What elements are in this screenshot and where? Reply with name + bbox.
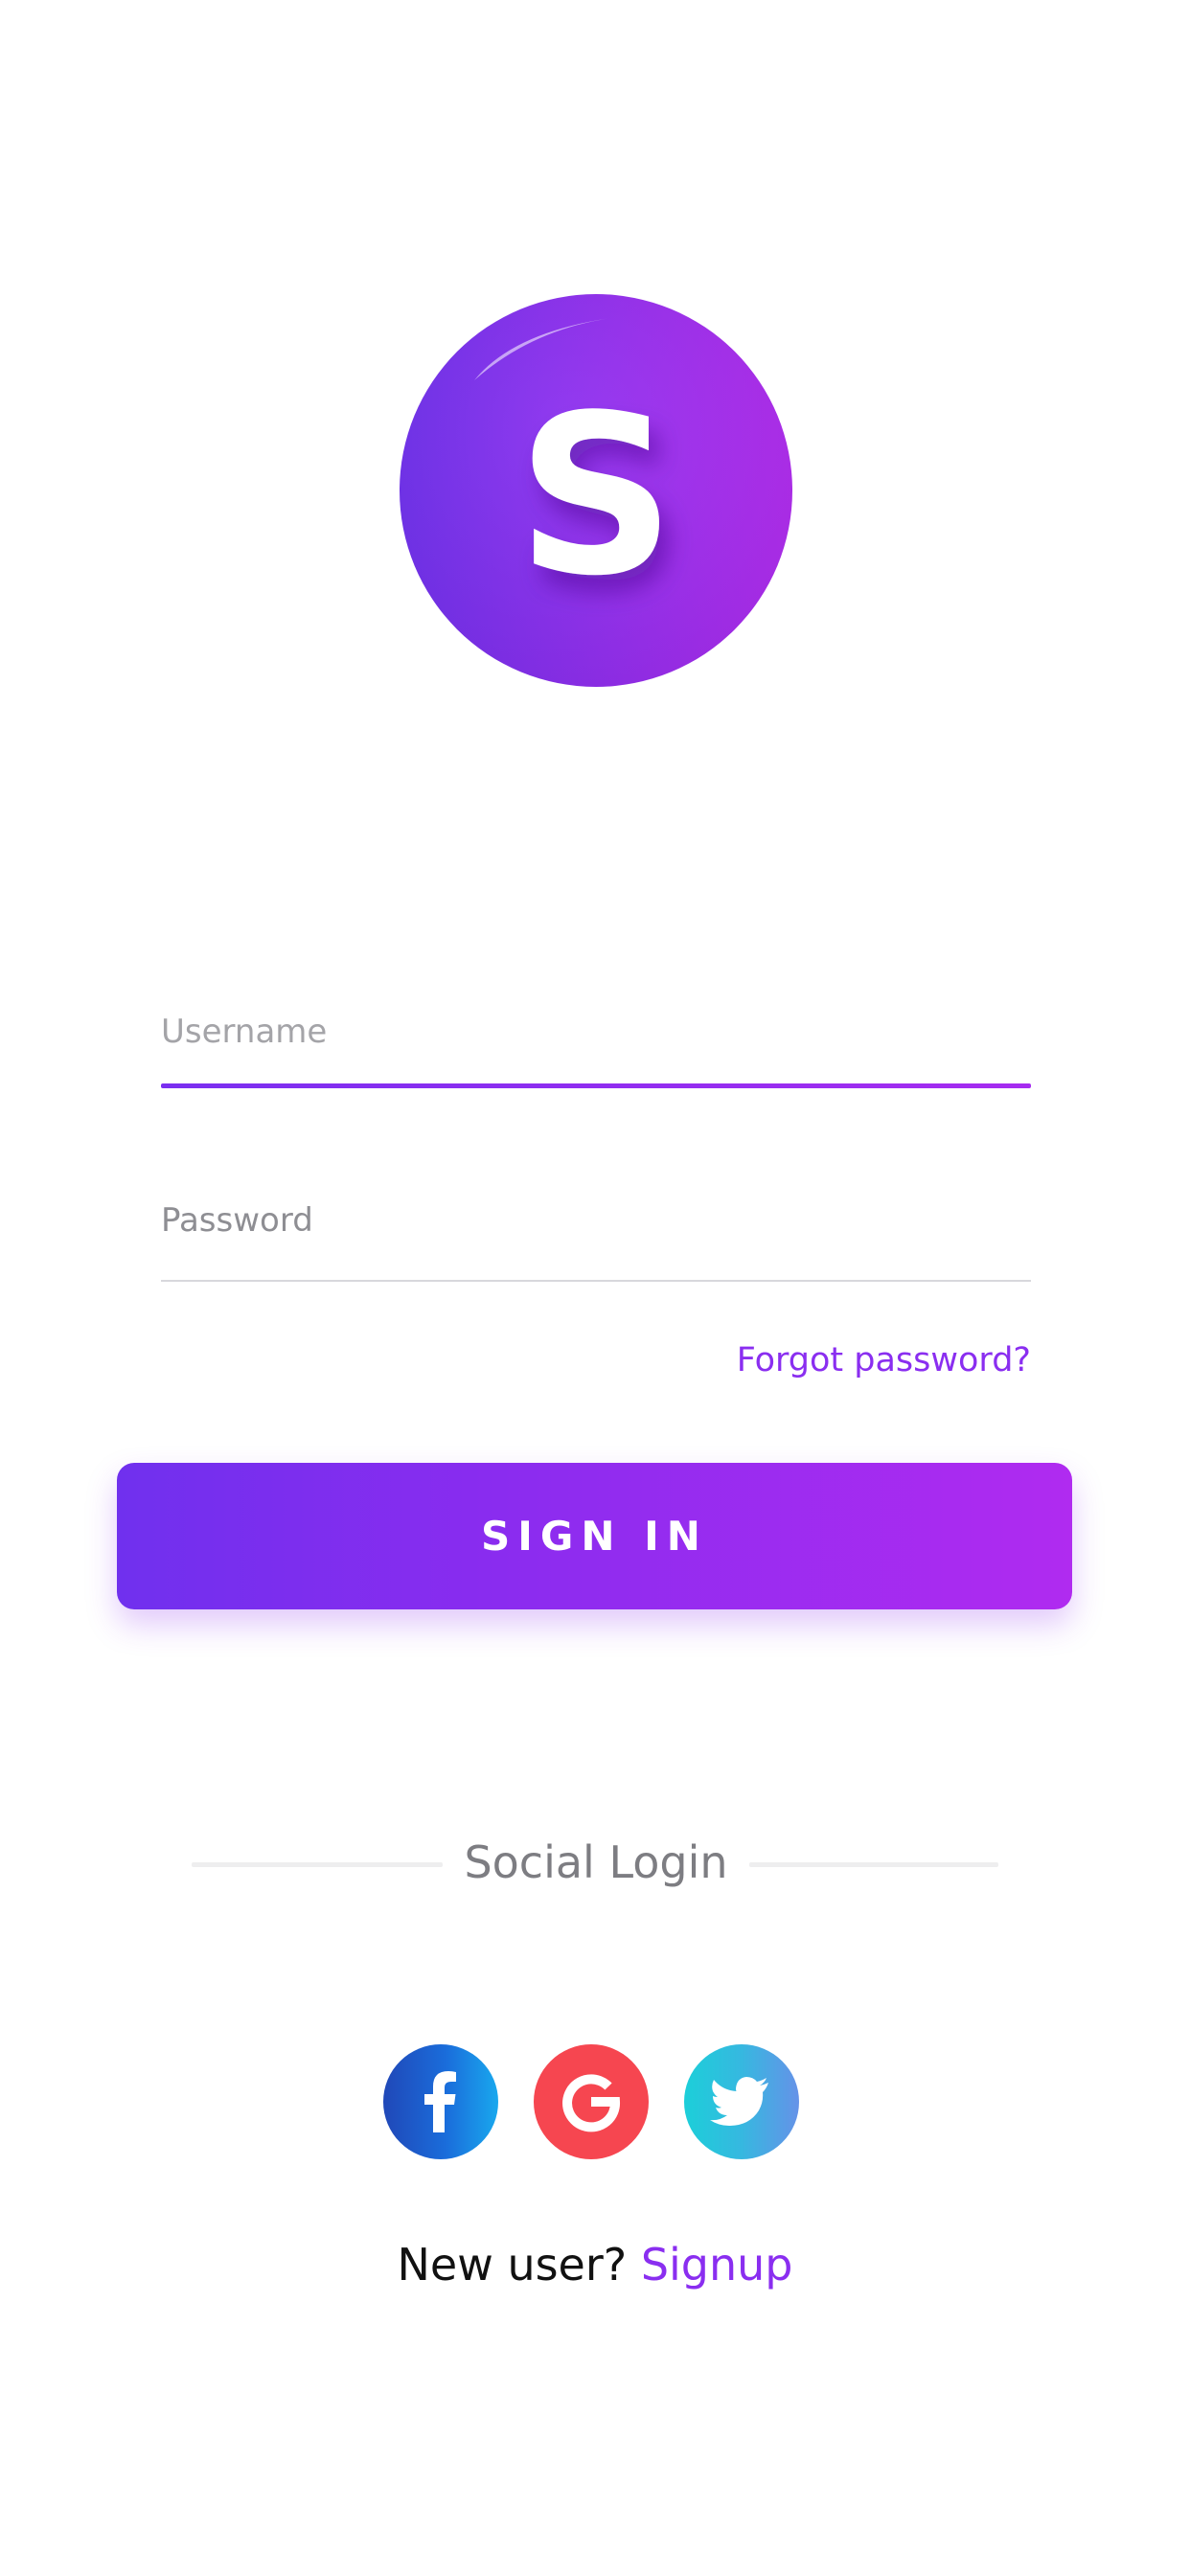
twitter-icon: [710, 2077, 768, 2126]
username-field[interactable]: [161, 1003, 1031, 1088]
google-login-button[interactable]: [534, 2044, 649, 2159]
social-divider-right: [749, 1862, 998, 1867]
username-underline: [161, 1083, 1031, 1088]
sign-in-button[interactable]: SIGN IN: [117, 1463, 1072, 1609]
password-underline: [161, 1280, 1031, 1282]
twitter-login-button[interactable]: [684, 2044, 799, 2159]
signup-link[interactable]: Signup: [641, 2239, 793, 2291]
app-logo: S: [400, 294, 792, 687]
username-input[interactable]: [161, 1003, 1031, 1060]
forgot-password-link[interactable]: Forgot password?: [737, 1339, 1031, 1382]
logo-letter: S: [516, 369, 675, 625]
signup-row: New user? Signup: [0, 2236, 1190, 2293]
password-input[interactable]: [161, 1192, 1031, 1249]
password-field[interactable]: [161, 1192, 1031, 1282]
facebook-login-button[interactable]: [383, 2044, 498, 2159]
google-icon: [562, 2074, 621, 2132]
social-divider-left: [192, 1862, 443, 1867]
facebook-icon: [424, 2071, 456, 2132]
social-login-title: Social Login: [464, 1836, 728, 1888]
signup-prompt: New user?: [397, 2239, 641, 2291]
